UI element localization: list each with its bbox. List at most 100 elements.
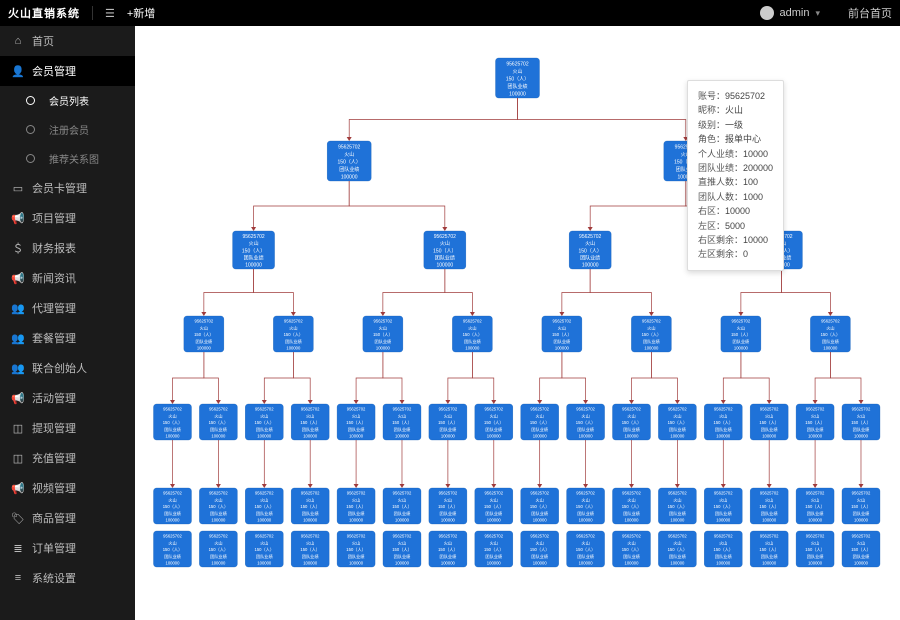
topbar-separator (92, 6, 93, 20)
svg-text:100000: 100000 (533, 518, 548, 523)
sidebar-item-label: 财务报表 (32, 240, 76, 256)
svg-text:100000: 100000 (644, 346, 659, 351)
svg-text:150（人）: 150（人） (530, 504, 550, 509)
svg-text:100000: 100000 (533, 434, 548, 439)
ring-icon (26, 96, 35, 105)
sidebar-item[interactable]: ≡系统设置 (0, 563, 135, 593)
svg-text:150（人）: 150（人） (642, 332, 662, 337)
svg-text:150（人）: 150（人） (433, 248, 456, 254)
svg-text:150（人）: 150（人） (714, 547, 734, 552)
svg-text:团队业绩: 团队业绩 (761, 426, 779, 433)
sidebar-item[interactable]: 👥代理管理 (0, 293, 135, 323)
sidebar-subitem[interactable]: 注册会员 (0, 115, 135, 144)
svg-text:火山: 火山 (673, 496, 681, 503)
svg-text:团队业绩: 团队业绩 (623, 510, 641, 517)
svg-text:100000: 100000 (211, 561, 226, 566)
svg-text:150（人）: 150（人） (668, 504, 688, 509)
svg-text:火山: 火山 (306, 496, 314, 503)
wallet-icon: ◫ (12, 422, 24, 434)
svg-text:95625702: 95625702 (484, 407, 503, 412)
svg-text:100000: 100000 (349, 561, 364, 566)
svg-text:150（人）: 150（人） (209, 420, 229, 425)
sidebar-item[interactable]: 📢视频管理 (0, 473, 135, 503)
svg-text:100000: 100000 (509, 92, 526, 98)
popover-row: 角色：报单中心 (698, 132, 773, 146)
sidebar-item[interactable]: 📢活动管理 (0, 383, 135, 413)
svg-text:火山: 火山 (490, 412, 498, 419)
sidebar-subitem[interactable]: 推荐关系图 (0, 144, 135, 173)
svg-text:团队业绩: 团队业绩 (348, 510, 366, 517)
sidebar-item[interactable]: 👥套餐管理 (0, 323, 135, 353)
svg-text:150（人）: 150（人） (300, 547, 320, 552)
svg-text:150（人）: 150（人） (463, 332, 483, 337)
svg-text:100000: 100000 (579, 434, 594, 439)
svg-text:火山: 火山 (857, 496, 865, 503)
svg-text:95625702: 95625702 (163, 534, 182, 539)
svg-text:100000: 100000 (487, 434, 502, 439)
svg-text:火山: 火山 (468, 324, 476, 331)
svg-text:100000: 100000 (716, 561, 731, 566)
svg-text:团队业绩: 团队业绩 (531, 553, 549, 560)
sidebar-item[interactable]: 🏷商品管理 (0, 503, 135, 533)
topbar: 火山直销系统 ☰ +新增 admin ▾ 前台首页 (0, 0, 900, 26)
popover-row: 左区：5000 (698, 219, 773, 233)
svg-text:团队业绩: 团队业绩 (853, 553, 871, 560)
megaphone-icon: 📢 (12, 272, 24, 284)
svg-text:150（人）: 150（人） (484, 504, 504, 509)
sidebar-item[interactable]: ＄财务报表 (0, 233, 135, 263)
svg-text:95625702: 95625702 (209, 491, 228, 496)
org-tree[interactable]: 95625702火山150（人）团队业绩10000095625702火山150（… (135, 26, 900, 620)
svg-text:95625702: 95625702 (732, 319, 751, 324)
svg-text:火山: 火山 (719, 412, 727, 419)
svg-text:95625702: 95625702 (622, 491, 641, 496)
svg-text:100000: 100000 (808, 561, 823, 566)
ring-icon (26, 125, 35, 134)
svg-text:团队业绩: 团队业绩 (394, 553, 412, 560)
popover-row: 级别：一级 (698, 118, 773, 132)
bars-icon: ≡ (12, 572, 24, 584)
svg-text:团队业绩: 团队业绩 (577, 553, 595, 560)
svg-text:100000: 100000 (303, 561, 318, 566)
svg-text:团队业绩: 团队业绩 (669, 553, 687, 560)
avatar[interactable] (760, 6, 774, 20)
sidebar-item[interactable]: ◫充值管理 (0, 443, 135, 473)
sidebar-item[interactable]: 👤会员管理 (0, 56, 135, 86)
svg-text:火山: 火山 (558, 324, 566, 331)
sidebar-item-label: 会员卡管理 (32, 180, 87, 196)
add-button[interactable]: +新增 (127, 5, 155, 21)
front-link[interactable]: 前台首页 (848, 5, 892, 21)
svg-text:火山: 火山 (765, 539, 773, 546)
sidebar-item-label: 视频管理 (32, 480, 76, 496)
svg-text:100000: 100000 (579, 518, 594, 523)
svg-text:100000: 100000 (487, 561, 502, 566)
svg-text:100000: 100000 (349, 434, 364, 439)
sidebar-item[interactable]: 📢新闻资讯 (0, 263, 135, 293)
svg-text:95625702: 95625702 (622, 407, 641, 412)
sidebar-item[interactable]: 📢项目管理 (0, 203, 135, 233)
svg-text:火山: 火山 (444, 496, 452, 503)
menu-toggle-icon[interactable]: ☰ (105, 7, 115, 20)
svg-text:100000: 100000 (624, 561, 639, 566)
svg-text:火山: 火山 (260, 412, 268, 419)
svg-text:95625702: 95625702 (393, 491, 412, 496)
sidebar-item[interactable]: ◫提现管理 (0, 413, 135, 443)
user-name[interactable]: admin (780, 7, 810, 19)
sidebar-item[interactable]: 👥联合创始人 (0, 353, 135, 383)
svg-text:100000: 100000 (670, 561, 685, 566)
svg-text:95625702: 95625702 (622, 534, 641, 539)
svg-text:团队业绩: 团队业绩 (210, 426, 228, 433)
sidebar-subitem[interactable]: 会员列表 (0, 86, 135, 115)
svg-text:团队业绩: 团队业绩 (485, 426, 503, 433)
sidebar-item[interactable]: ▭会员卡管理 (0, 173, 135, 203)
wallet-icon: ◫ (12, 452, 24, 464)
svg-text:团队业绩: 团队业绩 (244, 255, 264, 262)
svg-text:火山: 火山 (811, 496, 819, 503)
sidebar-item[interactable]: ≣订单管理 (0, 533, 135, 563)
sidebar-item[interactable]: ⌂首页 (0, 26, 135, 56)
chevron-down-icon[interactable]: ▾ (815, 8, 820, 19)
svg-text:团队业绩: 团队业绩 (256, 426, 274, 433)
svg-text:95625702: 95625702 (163, 407, 182, 412)
svg-text:95625702: 95625702 (714, 407, 733, 412)
popover-row: 左区剩余：0 (698, 247, 773, 261)
svg-text:团队业绩: 团队业绩 (485, 510, 503, 517)
